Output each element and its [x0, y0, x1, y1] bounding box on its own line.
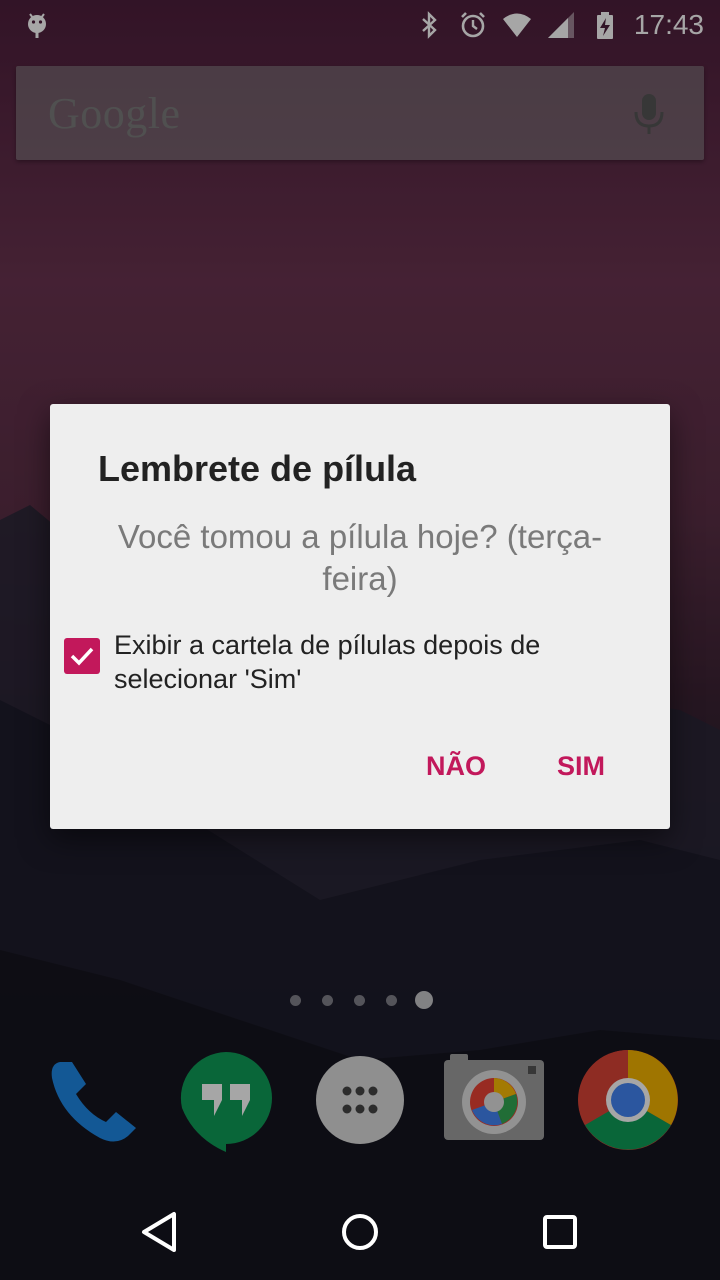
dialog-message: Você tomou a pílula hoje? (terça-feira): [117, 518, 603, 597]
checkbox-label: Exibir a cartela de pílulas depois de se…: [114, 630, 541, 694]
navigation-bar: [0, 1184, 720, 1280]
no-button[interactable]: NÃO: [416, 744, 496, 788]
pill-reminder-dialog: Lembrete de pílula Você tomou a pílula h…: [50, 404, 670, 829]
show-pill-pack-checkbox[interactable]: [64, 638, 100, 674]
yes-button[interactable]: SIM: [547, 744, 615, 788]
show-pill-pack-checkbox-row[interactable]: Exibir a cartela de pílulas depois de se…: [64, 626, 634, 696]
dialog-title: Lembrete de pílula: [98, 448, 417, 489]
recents-icon[interactable]: [534, 1206, 586, 1258]
home-icon[interactable]: [334, 1206, 386, 1258]
back-icon[interactable]: [134, 1206, 186, 1258]
checkmark-icon: [70, 647, 94, 666]
